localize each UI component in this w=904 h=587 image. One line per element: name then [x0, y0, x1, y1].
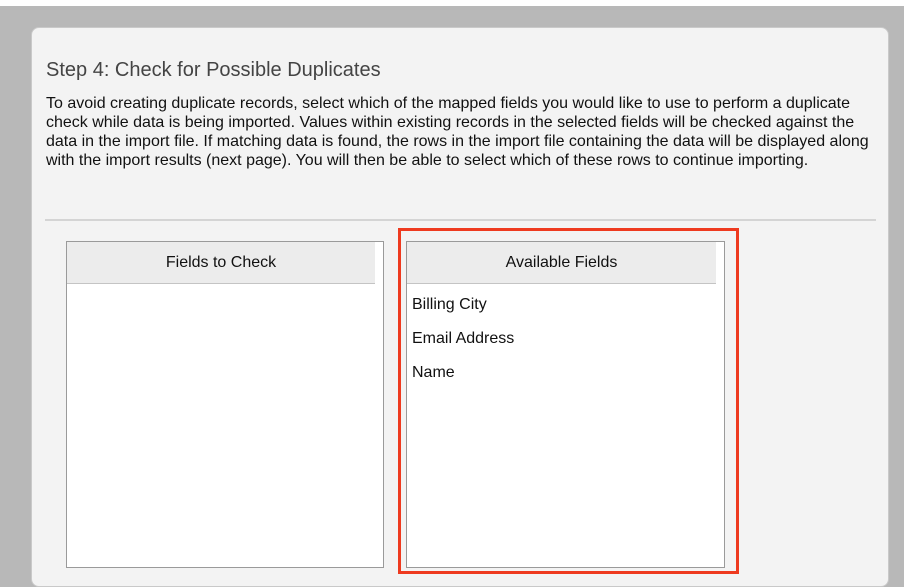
available-fields-list[interactable]: Billing City Email Address Name	[407, 284, 724, 392]
available-field-email-address[interactable]: Email Address	[407, 324, 724, 358]
step-title: Step 4: Check for Possible Duplicates	[46, 59, 381, 81]
available-fields-header: Available Fields	[407, 242, 716, 284]
available-field-billing-city[interactable]: Billing City	[407, 290, 724, 324]
fields-to-check-panel[interactable]: Fields to Check	[66, 241, 384, 568]
step-instructions: To avoid creating duplicate records, sel…	[46, 95, 869, 169]
import-dialog: Step 4: Check for Possible Duplicates To…	[31, 27, 889, 587]
available-field-name[interactable]: Name	[407, 358, 724, 392]
fields-to-check-header: Fields to Check	[67, 242, 375, 284]
section-divider	[45, 219, 876, 221]
fields-to-check-list[interactable]	[67, 284, 383, 290]
top-strip	[0, 0, 904, 6]
available-fields-panel[interactable]: Available Fields Billing City Email Addr…	[406, 241, 725, 568]
